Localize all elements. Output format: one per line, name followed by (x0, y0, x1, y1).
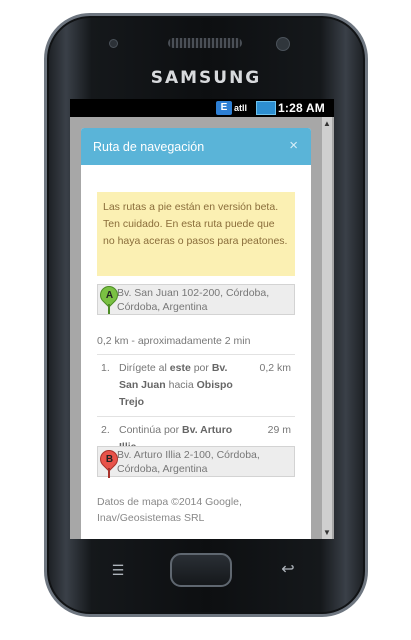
step-distance: 29 m (267, 424, 291, 436)
list-item: 1. Dirígete al este por Bv. San Juan hac… (97, 354, 295, 416)
signal-icon: atll (234, 103, 248, 113)
marker-b-label: B (106, 453, 114, 465)
close-icon[interactable]: × (289, 137, 298, 154)
dialog-header: Ruta de navegación × (81, 128, 311, 165)
front-camera-icon (276, 37, 290, 51)
earpiece-speaker (168, 38, 242, 48)
destination-address: Bv. Arturo Illia 2-100, Córdoba, Córdoba… (97, 446, 295, 477)
scroll-down-icon[interactable]: ▼ (323, 528, 331, 537)
back-key-icon[interactable]: ↩ (276, 562, 300, 578)
step-distance: 0,2 km (259, 362, 291, 374)
origin-address: Bv. San Juan 102-200, Córdoba, Córdoba, … (97, 284, 295, 315)
menu-key-icon[interactable]: ☰ (106, 563, 130, 578)
step-number: 2. (101, 424, 110, 436)
scroll-up-icon[interactable]: ▲ (323, 119, 331, 128)
screen: E atll 1:28 AM ▲ ▼ Ruta de navegación × … (70, 99, 334, 539)
page-scrollbar[interactable]: ▲ ▼ (322, 117, 332, 539)
clock: 1:28 AM (278, 101, 325, 115)
step-number: 1. (101, 362, 110, 374)
status-bar: E atll 1:28 AM (70, 99, 334, 117)
network-type-icon: E (216, 101, 232, 115)
dialog-title: Ruta de navegación (93, 140, 205, 154)
brand-logo: SAMSUNG (150, 68, 262, 88)
map-copyright: Datos de mapa ©2014 Google, Inav/Geosist… (97, 496, 242, 524)
step-instruction: Dirígete al este por Bv. San Juan hacia … (119, 362, 233, 408)
navigation-dialog: Ruta de navegación × Las rutas a pie est… (81, 128, 311, 539)
sensor-icon (109, 39, 118, 48)
home-button[interactable] (170, 553, 232, 587)
marker-a-tail (108, 304, 110, 314)
battery-icon (256, 101, 276, 115)
marker-a-label: A (106, 289, 114, 301)
beta-warning: Las rutas a pie están en versión beta. T… (97, 192, 295, 276)
marker-b-tail (108, 468, 110, 478)
route-summary: 0,2 km - aproximadamente 2 min (97, 335, 251, 347)
